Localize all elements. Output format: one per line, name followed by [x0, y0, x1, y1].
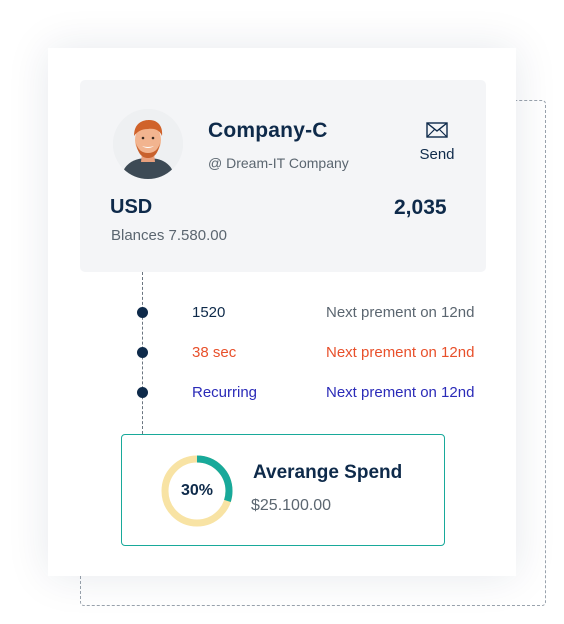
schedule-note: Next prement on 12nd [326, 304, 475, 321]
company-name: Company-C [208, 119, 328, 142]
envelope-icon [426, 122, 448, 138]
schedule-note: Next prement on 12nd [326, 344, 475, 361]
balance-text: Blances 7.580.00 [111, 227, 227, 244]
timeline-dot [137, 347, 148, 358]
send-label: Send [419, 146, 455, 163]
currency-label: USD [110, 196, 153, 218]
schedule-label: 1520 [192, 304, 226, 321]
company-handle: @ Dream-IT Company [208, 155, 349, 171]
average-spend-title: Averange Spend [253, 462, 403, 483]
average-spend-value: $25.100.00 [251, 497, 332, 514]
amount-value: 2,035 [394, 196, 447, 219]
schedule-note: Next prement on 12nd [326, 384, 475, 401]
progress-percent: 30% [180, 482, 214, 499]
timeline-dot [137, 387, 148, 398]
send-button[interactable]: Send [412, 122, 462, 170]
schedule-label: 38 sec [192, 344, 237, 361]
schedule-label: Recurring [192, 384, 258, 401]
timeline-dot [137, 307, 148, 318]
avatar [113, 109, 183, 179]
